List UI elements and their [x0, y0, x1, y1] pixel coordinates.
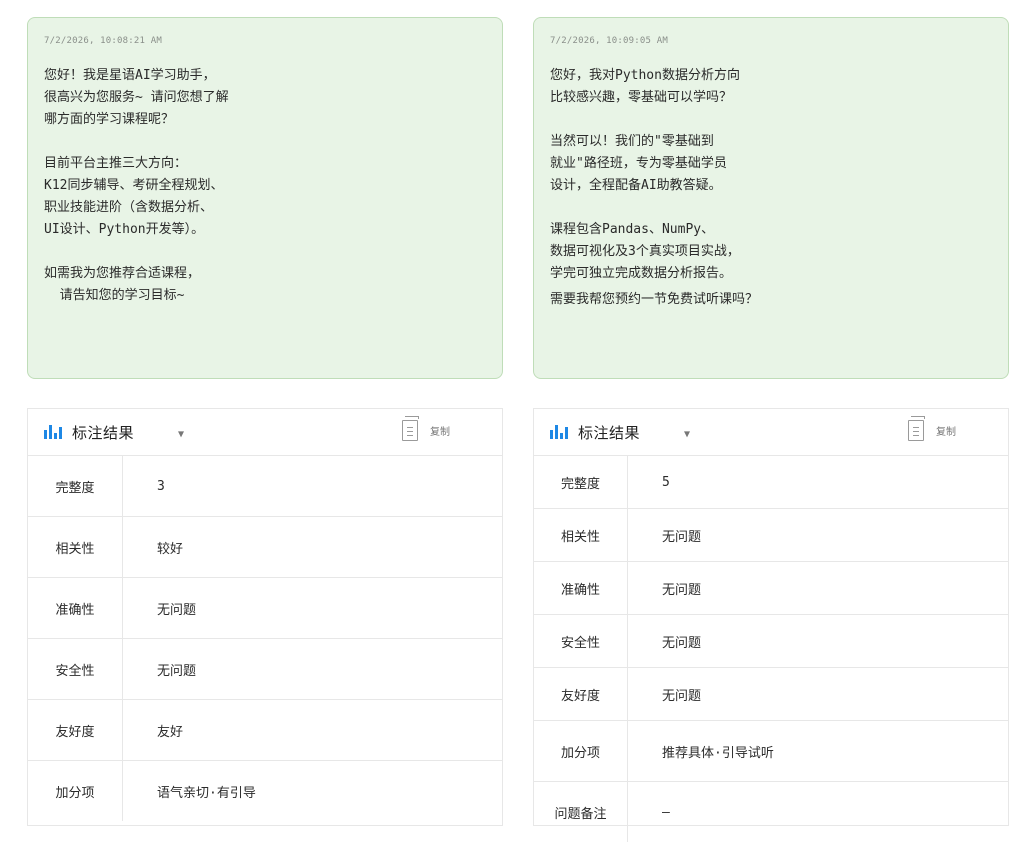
- table-row: 问题备注—: [534, 782, 1008, 842]
- row-value: 无问题: [628, 509, 1009, 562]
- chat-bubble-assistant: 7/2/2026, 10:08:21 AM 您好！我是星语AI学习助手， 很高兴…: [27, 17, 503, 379]
- message-line: 您好，我对Python数据分析方向: [550, 65, 992, 87]
- annotation-panel: 标注结果 ▼ 复制 完整度5 相关性无问题 准确性无问题 安全性无问题 友好度无…: [533, 408, 1009, 826]
- chat-bubble-dialogue: 7/2/2026, 10:09:05 AM 您好，我对Python数据分析方向 …: [533, 17, 1009, 379]
- row-value: 无问题: [123, 578, 503, 639]
- message-line: 设计，全程配备AI助教答疑。: [550, 175, 992, 197]
- message-line: 学完可独立完成数据分析报告。: [550, 263, 992, 285]
- message-body: 您好！我是星语AI学习助手， 很高兴为您服务~ 请问您想了解 哪方面的学习课程呢…: [44, 65, 486, 307]
- row-label: 友好度: [28, 700, 123, 761]
- message-line: 就业"路径班，专为零基础学员: [550, 153, 992, 175]
- annotation-table: 完整度5 相关性无问题 准确性无问题 安全性无问题 友好度无问题 加分项推荐具体…: [534, 456, 1008, 842]
- row-label: 安全性: [28, 639, 123, 700]
- row-value: 3: [123, 456, 503, 517]
- row-label: 完整度: [28, 456, 123, 517]
- row-value: 无问题: [628, 562, 1009, 615]
- message-timestamp: 7/2/2026, 10:09:05 AM: [550, 36, 992, 48]
- message-line: UI设计、Python开发等）。: [44, 219, 486, 241]
- chevron-down-icon[interactable]: ▼: [178, 429, 184, 440]
- table-row: 加分项语气亲切·有引导: [28, 761, 502, 822]
- message-line: 需要我帮您预约一节免费试听课吗？: [550, 289, 992, 311]
- row-label: 加分项: [534, 721, 628, 782]
- panel-title: 标注结果: [72, 422, 134, 443]
- table-row: 安全性无问题: [28, 639, 502, 700]
- chevron-down-icon[interactable]: ▼: [684, 429, 690, 440]
- row-label: 友好度: [534, 668, 628, 721]
- panel-title: 标注结果: [578, 422, 640, 443]
- panel-header: 标注结果 ▼ 复制: [534, 409, 1008, 456]
- message-line: 职业技能进阶（含数据分析、: [44, 197, 486, 219]
- copy-button[interactable]: 复制: [402, 420, 450, 441]
- copy-label[interactable]: 复制: [936, 423, 956, 438]
- row-value: 无问题: [628, 615, 1009, 668]
- row-label: 安全性: [534, 615, 628, 668]
- row-label: 相关性: [28, 517, 123, 578]
- table-row: 准确性无问题: [534, 562, 1008, 615]
- row-label: 相关性: [534, 509, 628, 562]
- table-row: 友好度友好: [28, 700, 502, 761]
- row-label: 完整度: [534, 456, 628, 509]
- table-row: 友好度无问题: [534, 668, 1008, 721]
- row-label: 准确性: [28, 578, 123, 639]
- message-body: 您好，我对Python数据分析方向 比较感兴趣，零基础可以学吗？ 当然可以！我们…: [550, 65, 992, 311]
- row-label: 问题备注: [534, 782, 628, 842]
- table-row: 完整度3: [28, 456, 502, 517]
- table-row: 安全性无问题: [534, 615, 1008, 668]
- message-line: 哪方面的学习课程呢？: [44, 109, 486, 131]
- row-value: 推荐具体·引导试听: [628, 721, 1009, 782]
- row-value: —: [628, 782, 1009, 842]
- message-line: 您好！我是星语AI学习助手，: [44, 65, 486, 87]
- copy-button[interactable]: 复制: [908, 420, 956, 441]
- bar-chart-icon: [550, 425, 568, 439]
- message-line: 很高兴为您服务~ 请问您想了解: [44, 87, 486, 109]
- bar-chart-icon: [44, 425, 62, 439]
- annotation-panel: 标注结果 ▼ 复制 完整度3 相关性较好 准确性无问题 安全性无问题 友好度友好…: [27, 408, 503, 826]
- message-line: 比较感兴趣，零基础可以学吗？: [550, 87, 992, 109]
- row-value: 较好: [123, 517, 503, 578]
- row-value: 友好: [123, 700, 503, 761]
- document-icon[interactable]: [908, 420, 924, 441]
- message-line: 当然可以！我们的"零基础到: [550, 131, 992, 153]
- table-row: 相关性较好: [28, 517, 502, 578]
- message-line: 课程包含Pandas、NumPy、: [550, 219, 992, 241]
- row-label: 准确性: [534, 562, 628, 615]
- message-line: 目前平台主推三大方向：: [44, 153, 486, 175]
- message-line: 如需我为您推荐合适课程，: [44, 263, 486, 285]
- message-line: 数据可视化及3个真实项目实战，: [550, 241, 992, 263]
- table-row: 加分项推荐具体·引导试听: [534, 721, 1008, 782]
- message-timestamp: 7/2/2026, 10:08:21 AM: [44, 36, 486, 48]
- table-row: 相关性无问题: [534, 509, 1008, 562]
- copy-label[interactable]: 复制: [430, 423, 450, 438]
- row-label: 加分项: [28, 761, 123, 822]
- row-value: 5: [628, 456, 1009, 509]
- table-row: 完整度5: [534, 456, 1008, 509]
- row-value: 无问题: [123, 639, 503, 700]
- message-line: K12同步辅导、考研全程规划、: [44, 175, 486, 197]
- document-icon[interactable]: [402, 420, 418, 441]
- row-value: 无问题: [628, 668, 1009, 721]
- table-row: 准确性无问题: [28, 578, 502, 639]
- annotation-table: 完整度3 相关性较好 准确性无问题 安全性无问题 友好度友好 加分项语气亲切·有…: [28, 456, 502, 821]
- row-value: 语气亲切·有引导: [123, 761, 503, 822]
- message-line: 请告知您的学习目标~: [44, 285, 486, 307]
- panel-header: 标注结果 ▼ 复制: [28, 409, 502, 456]
